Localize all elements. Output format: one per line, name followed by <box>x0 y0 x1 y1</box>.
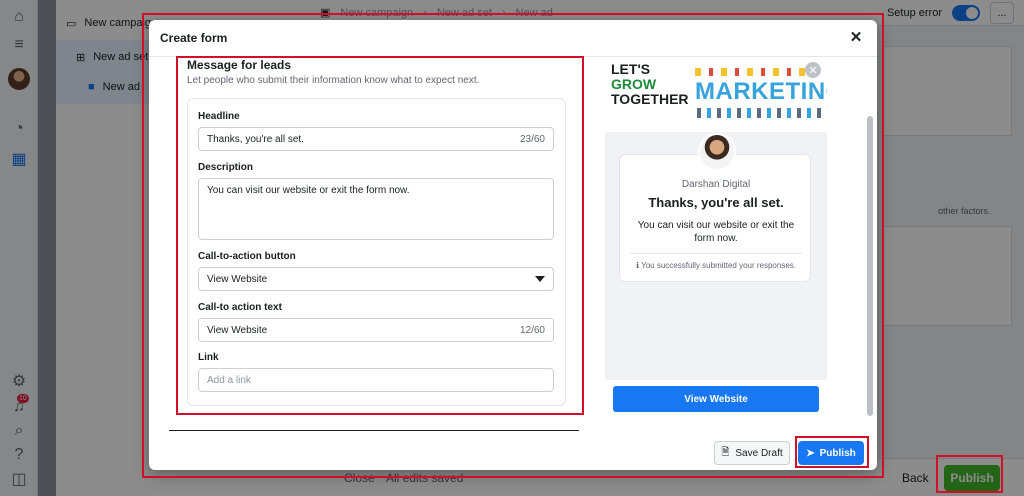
form-divider <box>169 430 579 431</box>
cta-text-input[interactable]: View Website 12/60 <box>198 318 554 342</box>
create-form-modal: Create form ✕ Message for leads Let peop… <box>149 20 877 470</box>
link-label: Link <box>198 352 219 363</box>
cta-button-select[interactable]: View Website <box>198 267 554 291</box>
thank-you-card: Darshan Digital Thanks, you're all set. … <box>619 133 812 282</box>
publish-label: Publish <box>819 447 856 459</box>
headline-char-count: 23/60 <box>519 133 545 145</box>
cta-button-value: View Website <box>207 273 268 285</box>
cta-button-label: Call-to-action button <box>198 251 296 262</box>
modal-scrollbar[interactable] <box>865 60 875 420</box>
banner-marketing: MARKETING <box>695 78 827 105</box>
banner-decoration <box>697 108 821 118</box>
banner-lets: LET'S <box>611 61 651 77</box>
preview-description: You can visit our website or exit the fo… <box>637 220 795 244</box>
description-textarea[interactable]: You can visit our website or exit the fo… <box>198 178 554 240</box>
banner-together: TOGETHER <box>611 91 689 107</box>
headline-label: Headline <box>198 111 240 122</box>
cta-text-label: Call-to action text <box>198 302 282 313</box>
footer-note-text: You successfully submitted your response… <box>641 261 797 270</box>
caret-down-icon <box>535 276 545 282</box>
preview-footer-note: ℹ You successfully submitted your respon… <box>620 261 812 270</box>
form-preview: LET'S GROW TOGETHER MARKETING ✕ Darshan … <box>605 58 827 380</box>
page-name: Darshan Digital <box>681 179 751 190</box>
divider <box>630 253 802 254</box>
banner-grow: GROW <box>611 76 657 92</box>
message-for-leads-section: Message for leads Let people who submit … <box>187 58 579 414</box>
scrollbar-thumb[interactable] <box>867 116 873 416</box>
publish-button[interactable]: ➤ Publish <box>798 441 864 465</box>
page-avatar <box>698 133 736 171</box>
section-subtitle: Let people who submit their information … <box>187 75 480 86</box>
close-icon[interactable]: ✕ <box>847 28 865 46</box>
description-value: You can visit our website or exit the fo… <box>207 185 410 196</box>
cta-text-char-count: 12/60 <box>519 324 545 336</box>
description-label: Description <box>198 162 254 173</box>
link-input[interactable]: Add a link <box>198 368 554 392</box>
save-draft-button[interactable]: 🗎 Save Draft <box>714 441 790 465</box>
message-fields-card: Headline Thanks, you're all set. 23/60 D… <box>187 98 566 406</box>
headline-input[interactable]: Thanks, you're all set. 23/60 <box>198 127 554 151</box>
headline-value: Thanks, you're all set. <box>207 133 304 145</box>
document-icon: 🗎 <box>721 446 730 458</box>
preview-close-icon[interactable]: ✕ <box>805 62 821 78</box>
section-title: Message for leads <box>187 58 292 72</box>
send-plane-icon: ➤ <box>806 447 815 459</box>
banner-decoration <box>695 68 823 76</box>
preview-banner-image: LET'S GROW TOGETHER MARKETING ✕ <box>605 58 827 132</box>
modal-title: Create form <box>160 31 228 45</box>
banner-text: LET'S GROW TOGETHER <box>611 62 689 107</box>
divider <box>149 56 877 57</box>
preview-view-website-button[interactable]: View Website <box>613 386 819 412</box>
save-draft-label: Save Draft <box>735 447 783 459</box>
preview-headline: Thanks, you're all set. <box>648 195 784 210</box>
cta-text-value: View Website <box>207 324 268 336</box>
link-placeholder: Add a link <box>207 374 251 386</box>
